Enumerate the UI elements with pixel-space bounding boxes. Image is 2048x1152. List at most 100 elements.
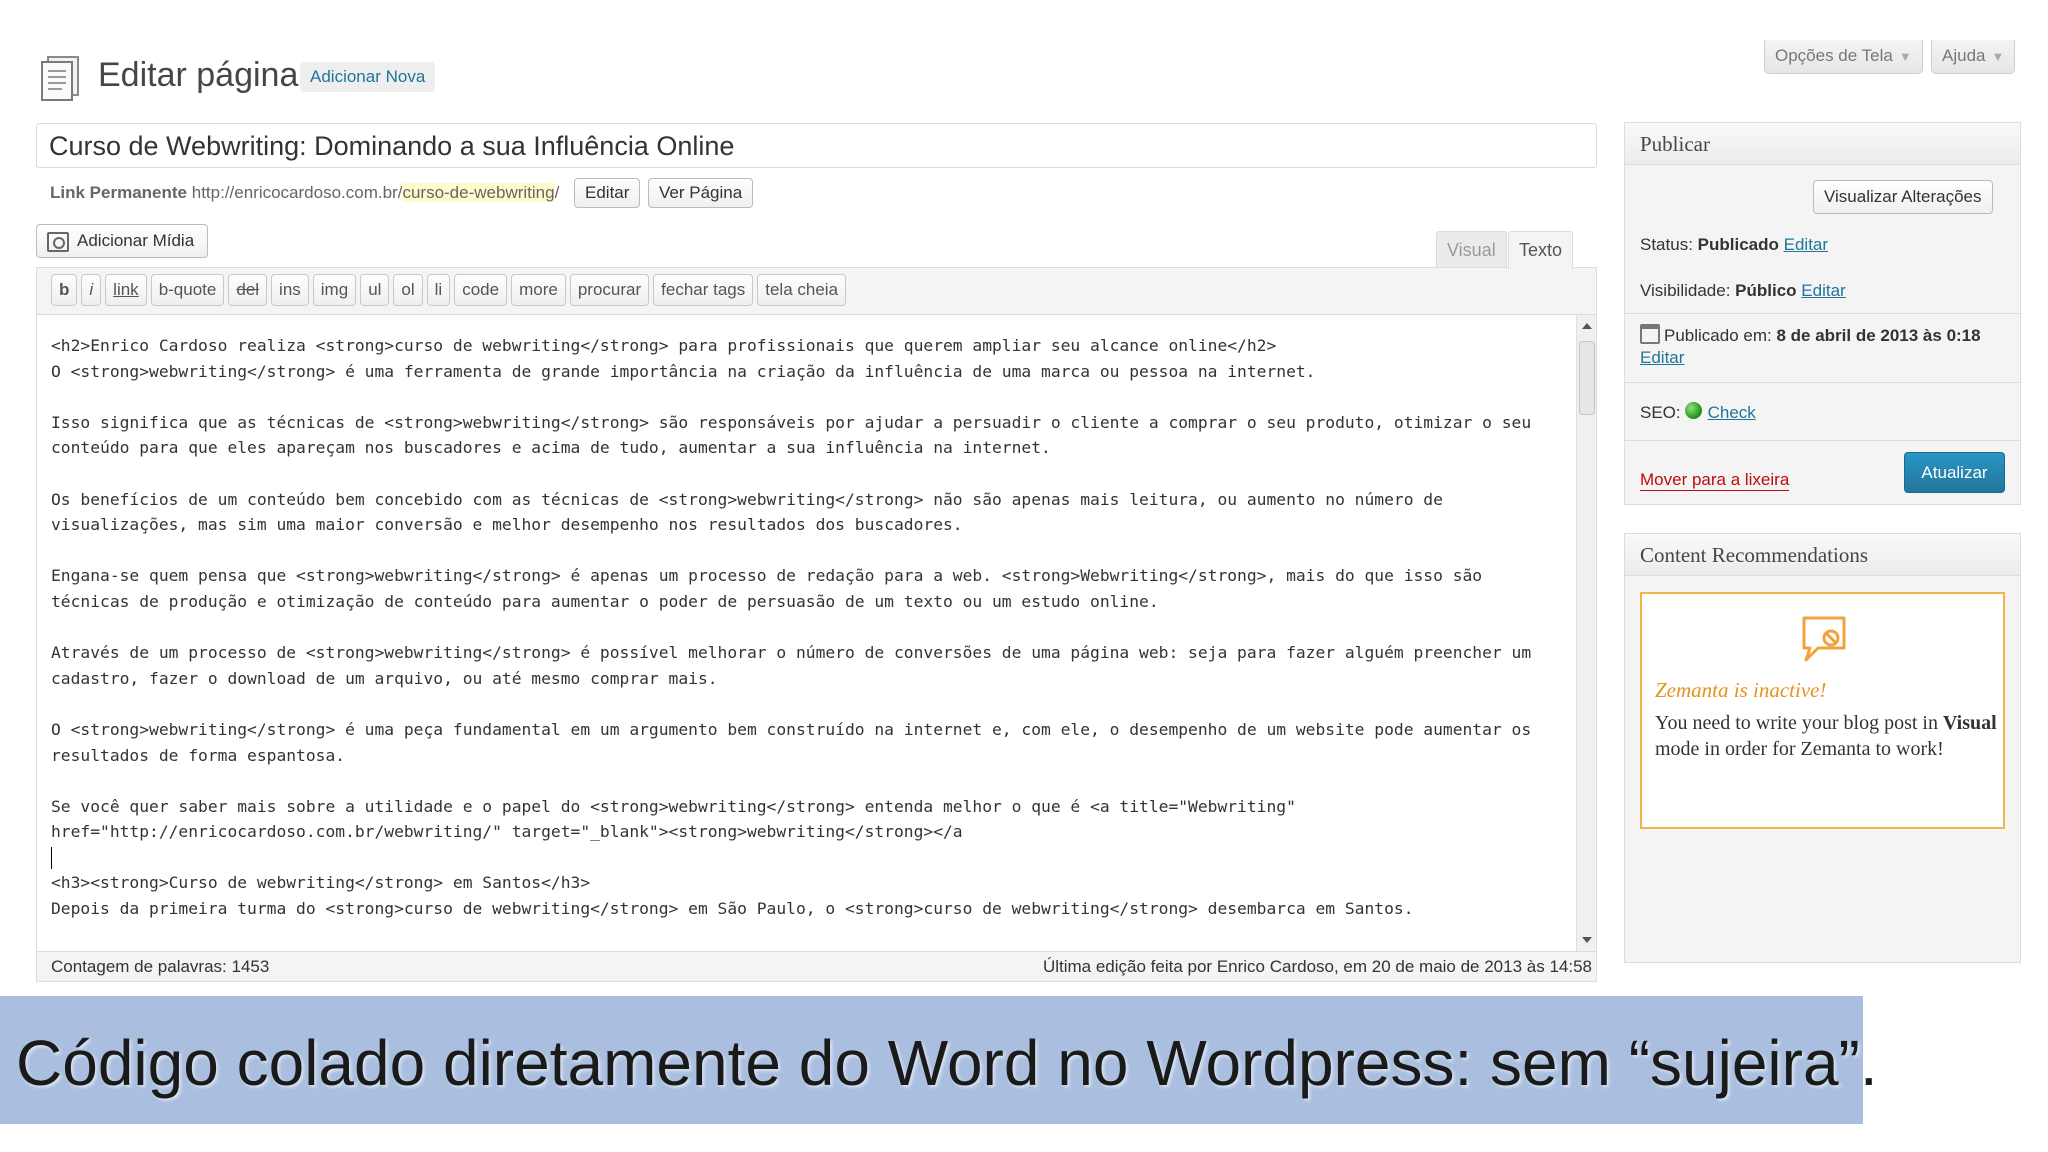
editor-line: Através de um processo de <strong>webwri… — [51, 643, 1532, 663]
seo-row: SEO: Check — [1640, 402, 1756, 423]
editor-line: Depois da primeira turma do <strong>curs… — [51, 899, 1414, 919]
editor-line: Engana-se quem pensa que <strong>webwrit… — [51, 566, 1483, 586]
editor-line: conteúdo para que eles apareçam nos busc… — [51, 438, 1051, 458]
editor-line — [51, 845, 1581, 871]
zemanta-notice: Zemanta is inactive! You need to write y… — [1640, 592, 2005, 829]
editor-scrollbar[interactable] — [1576, 315, 1596, 951]
caption-banner: Código colado diretamente do Word no Wor… — [0, 996, 1878, 1124]
editor-line: visualizações, mas sim uma maior convers… — [51, 515, 963, 535]
zemanta-message-text: mode in order for Zemanta to work! — [1655, 738, 1944, 760]
zemanta-message-text: You need to write your blog post in — [1655, 712, 1943, 734]
edit-status-link[interactable]: Editar — [1784, 235, 1828, 254]
quicktag-del-button[interactable]: del — [228, 274, 268, 306]
preview-changes-button[interactable]: Visualizar Alterações — [1813, 180, 1993, 214]
quicktag-b-button[interactable]: b — [51, 274, 78, 306]
media-icon — [47, 232, 69, 252]
screen-options-tab[interactable]: Opções de Tela ▼ — [1764, 40, 1923, 74]
permalink-base: http://enricocardoso.com.br/ — [191, 183, 403, 202]
quicktags-toolbar: b i link b-quote del ins img ul ol li code more proc… — [51, 274, 847, 306]
seo-check-link[interactable]: Check — [1708, 403, 1756, 422]
published-label: Publicado em: — [1664, 326, 1772, 345]
text-editor-area[interactable]: <h2>Enrico Cardoso realiza <strong>curso… — [37, 314, 1596, 952]
tab-visual[interactable]: Visual — [1436, 231, 1507, 267]
quicktag-ol-button[interactable]: ol — [393, 274, 423, 306]
pages-icon — [41, 56, 79, 101]
quicktag-more-button[interactable]: more — [511, 274, 566, 306]
zemanta-message-bold: Visual — [1942, 712, 1997, 734]
editor-line: Isso significa que as técnicas de <stron… — [51, 412, 1532, 432]
quicktag-b-quote-button[interactable]: b-quote — [150, 274, 225, 306]
add-media-label: Adicionar Mídia — [77, 231, 195, 250]
permalink-slug[interactable]: curso-de-webwriting — [402, 183, 555, 202]
update-button[interactable]: Atualizar — [1904, 452, 2005, 493]
quicktag-img-button[interactable]: img — [312, 274, 357, 306]
scroll-down-arrow-icon[interactable] — [1582, 937, 1592, 943]
status-value: Publicado — [1697, 235, 1779, 254]
quicktag-code-button[interactable]: code — [454, 274, 508, 306]
editor-content[interactable]: <h2>Enrico Cardoso realiza <strong>curso… — [51, 333, 1581, 951]
seo-label: SEO: — [1640, 403, 1681, 422]
status-label: Status: — [1640, 235, 1693, 254]
editor-line: técnicas de produção e otimização de con… — [51, 591, 1159, 611]
quicktag-li-button[interactable]: li — [426, 274, 451, 306]
view-page-button[interactable]: Ver Página — [648, 178, 754, 208]
add-new-button[interactable]: Adicionar Nova — [300, 62, 436, 92]
quicktag-procurar-button[interactable]: procurar — [569, 274, 650, 306]
editor-line: O <strong>webwriting</strong> é uma ferr… — [51, 361, 1316, 381]
triangle-down-icon: ▼ — [1991, 49, 2005, 64]
editor-line: Se você quer saber mais sobre a utilidad… — [51, 796, 1296, 816]
content-recommendations-heading: Content Recommendations — [1625, 534, 2020, 576]
editor-line: <h3><strong>Curso de webwriting</strong>… — [51, 873, 591, 893]
permalink-label: Link Permanente — [50, 183, 187, 202]
quicktag-fechar-tags-button[interactable]: fechar tags — [653, 274, 754, 306]
quicktag-link-button[interactable]: link — [105, 274, 147, 306]
divider — [1625, 382, 2020, 383]
help-label: Ajuda — [1942, 46, 1986, 65]
editor: b i link b-quote del ins img ul ol li code more proc… — [36, 267, 1597, 982]
published-value: 8 de abril de 2013 às 0:18 — [1776, 326, 1981, 345]
status-row: Status: Publicado Editar — [1640, 235, 1828, 255]
permalink: Link Permanente http://enricocardoso.com… — [50, 183, 559, 203]
word-count: Contagem de palavras: 1453 — [51, 957, 270, 976]
edit-permalink-button[interactable]: Editar — [574, 178, 641, 208]
publish-box: Publicar Visualizar Alterações Status: P… — [1624, 122, 2021, 505]
scroll-up-arrow-icon[interactable] — [1582, 323, 1592, 329]
editor-line: resultados de forma espantosa. — [51, 745, 346, 765]
divider — [1625, 313, 2020, 314]
scroll-thumb[interactable] — [1579, 341, 1595, 415]
editor-line: href="http://enricocardoso.com.br/webwri… — [51, 822, 963, 842]
seo-status-dot-icon — [1684, 402, 1702, 419]
visibility-label: Visibilidade: — [1640, 281, 1731, 300]
edit-visibility-link[interactable]: Editar — [1801, 281, 1845, 300]
add-media-button[interactable]: Adicionar Mídia — [36, 224, 208, 258]
quicktag-ul-button[interactable]: ul — [360, 274, 390, 306]
calendar-icon — [1640, 324, 1660, 344]
post-title-input[interactable]: Curso de Webwriting: Dominando a sua Inf… — [36, 123, 1597, 168]
tab-text[interactable]: Texto — [1508, 231, 1574, 269]
text-caret — [51, 847, 52, 870]
help-tab[interactable]: Ajuda ▼ — [1931, 40, 2016, 74]
visibility-row: Visibilidade: Público Editar — [1640, 281, 1846, 301]
move-to-trash-link[interactable]: Mover para a lixeira — [1640, 470, 1790, 491]
last-edit-info: Última edição feita por Enrico Cardoso, … — [1042, 957, 1592, 976]
editor-line: Os benefícios de um conteúdo bem concebi… — [51, 489, 1443, 509]
editor-line: O <strong>webwriting</strong> é uma peça… — [51, 719, 1532, 739]
quicktag-ins-button[interactable]: ins — [271, 274, 309, 306]
page-title: Editar página — [98, 56, 299, 94]
quicktag-i-button[interactable]: i — [81, 274, 102, 306]
divider — [1625, 440, 2020, 441]
content-recommendations-box: Content Recommendations Zemanta is inact… — [1624, 533, 2021, 963]
quicktag-tela-cheia-button[interactable]: tela cheia — [757, 274, 847, 306]
published-row: Publicado em: 8 de abril de 2013 às 0:18… — [1640, 324, 1981, 369]
editor-line: <h2>Enrico Cardoso realiza <strong>curso… — [51, 336, 1277, 355]
zemanta-inactive-label: Zemanta is inactive! — [1655, 678, 1827, 702]
zemanta-message: You need to write your blog post in Visu… — [1655, 710, 2000, 762]
edit-date-link[interactable]: Editar — [1640, 348, 1684, 367]
caption-text: Código colado diretamente do Word no Wor… — [16, 1027, 1878, 1099]
publish-heading: Publicar — [1625, 123, 2020, 165]
